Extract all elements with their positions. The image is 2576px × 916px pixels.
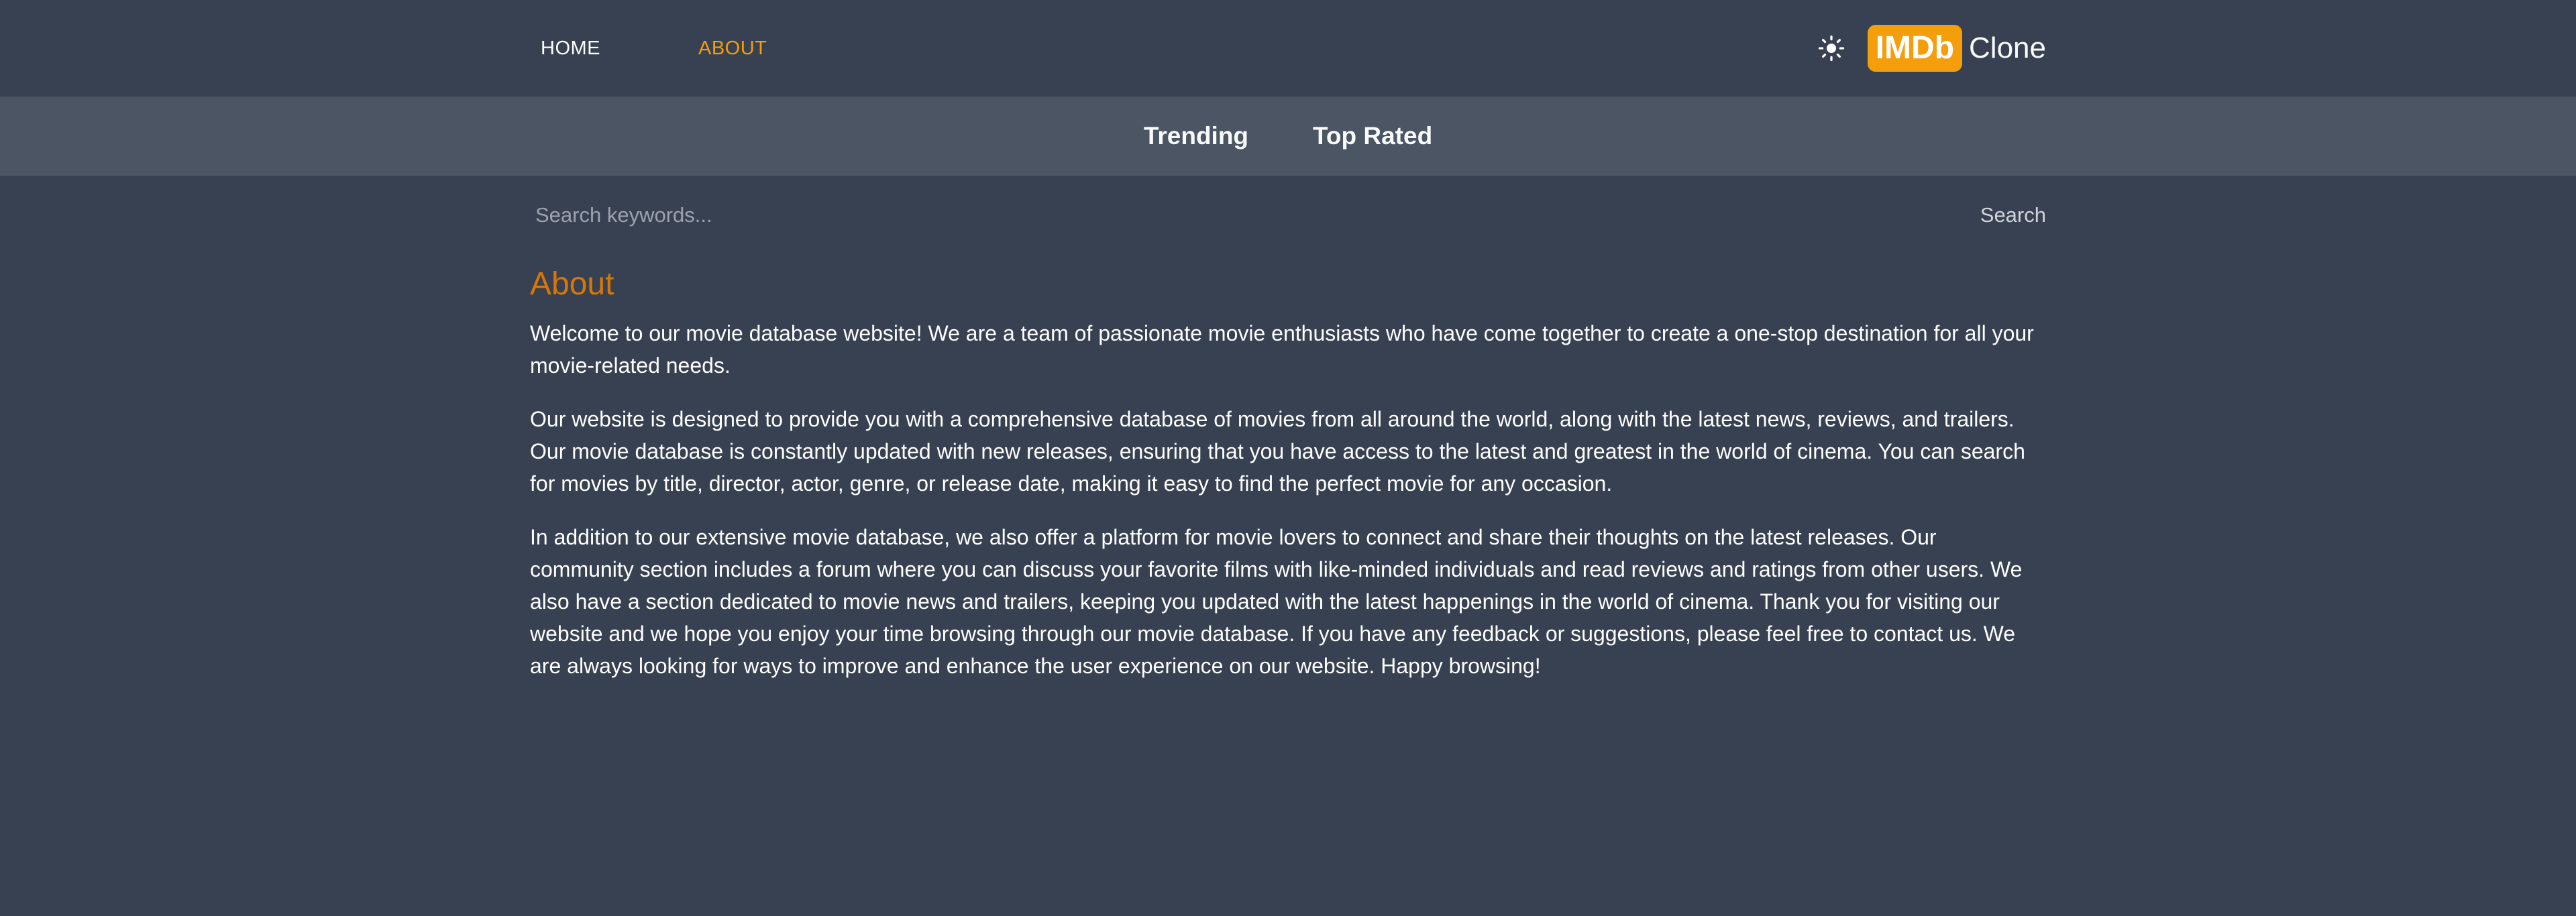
logo-badge: IMDb [1867, 25, 1963, 72]
tabs-bar: Trending Top Rated [0, 97, 2576, 176]
main-nav: HOME ABOUT [541, 0, 865, 97]
nav-home-link[interactable]: HOME [541, 38, 600, 60]
search-form: Search [530, 176, 2046, 255]
header: HOME ABOUT IMDb Clone [530, 0, 2046, 97]
sun-icon [1818, 35, 1844, 62]
search-input[interactable] [530, 191, 1980, 239]
tab-trending[interactable]: Trending [1144, 122, 1248, 150]
theme-toggle-button[interactable] [1817, 34, 1846, 63]
header-right: IMDb Clone [1817, 0, 2046, 97]
page-title: About [530, 266, 614, 302]
tab-top-rated[interactable]: Top Rated [1313, 122, 1432, 150]
about-paragraph: Welcome to our movie database website! W… [530, 321, 2034, 378]
nav-about-link[interactable]: ABOUT [698, 38, 767, 60]
about-paragraph: Our website is designed to provide you w… [530, 407, 2025, 496]
search-button[interactable]: Search [1980, 196, 2046, 234]
about-paragraph: In addition to our extensive movie datab… [530, 525, 2023, 678]
logo-text: Clone [1969, 32, 2046, 64]
site-logo[interactable]: IMDb Clone [1867, 25, 2046, 72]
about-section: About Welcome to our movie database webs… [530, 255, 2046, 682]
